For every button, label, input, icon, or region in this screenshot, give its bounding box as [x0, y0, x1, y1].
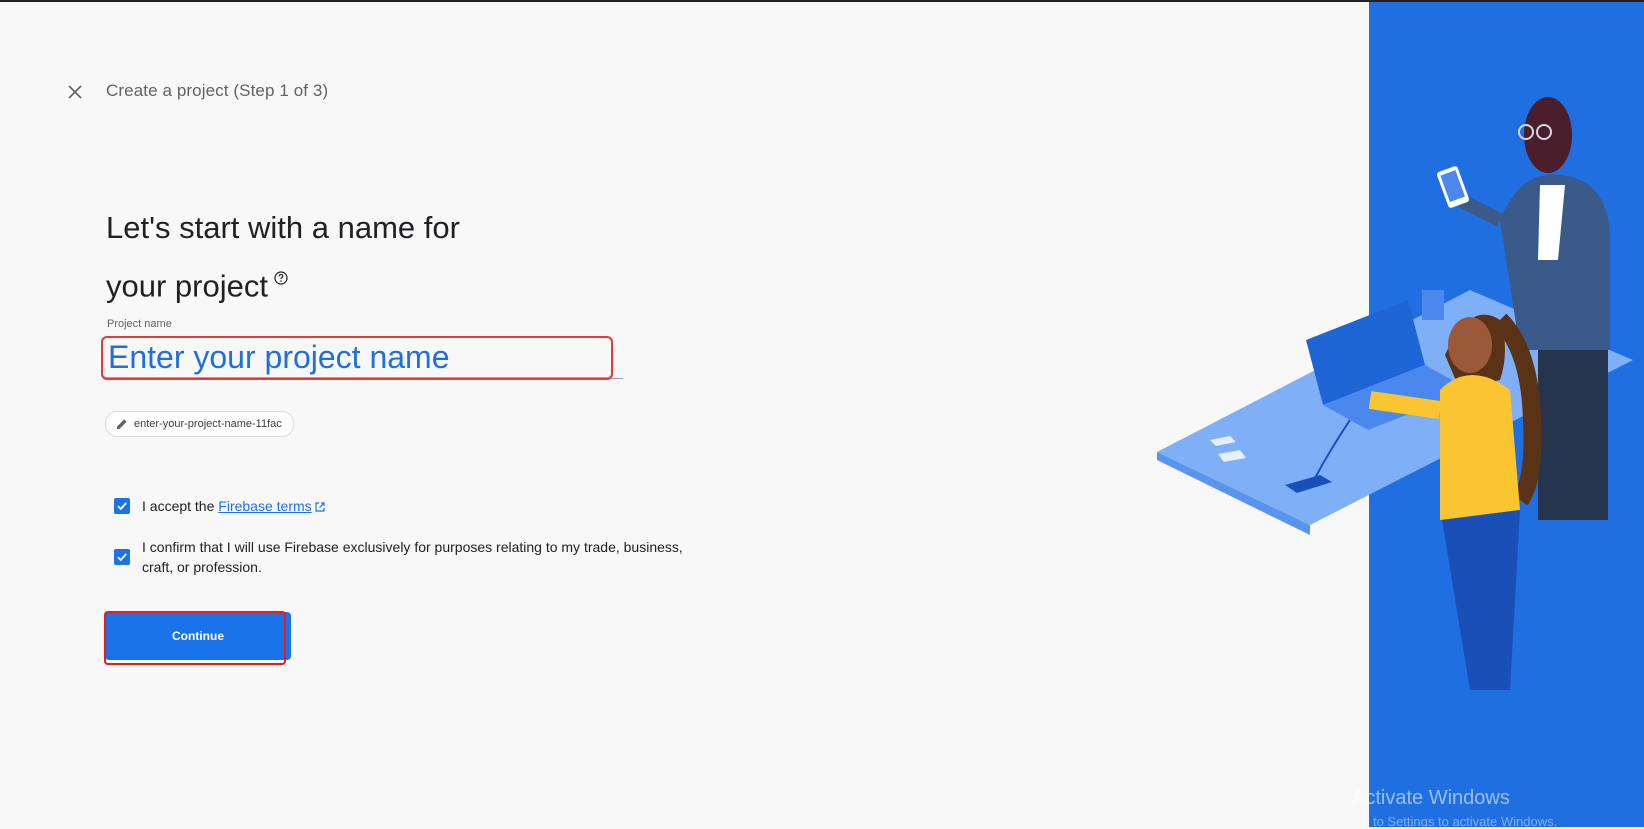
confirm-purpose-row: I confirm that I will use Firebase exclu…	[114, 537, 684, 577]
accept-terms-checkbox[interactable]	[114, 498, 130, 514]
activate-windows-title: Activate Windows	[1352, 787, 1510, 809]
page-title-line-2: your project	[106, 251, 626, 309]
project-id-text: enter-your-project-name-11fac	[134, 418, 282, 430]
checkbox-checked-icon	[117, 502, 127, 511]
accept-terms-row: I accept the Firebase terms	[114, 496, 326, 516]
help-circle-icon[interactable]	[274, 251, 288, 298]
accept-terms-text: I accept the Firebase terms	[142, 496, 326, 516]
confirm-purpose-checkbox[interactable]	[114, 549, 130, 565]
team-workspace-illustration	[1157, 97, 1633, 690]
page-title-line-1: Let's start with a name for	[106, 210, 460, 245]
page-title-line-2-text: your project	[106, 268, 268, 304]
firebase-terms-link[interactable]: Firebase terms	[218, 498, 311, 514]
checkbox-checked-icon	[117, 553, 127, 562]
close-button[interactable]	[64, 81, 86, 103]
project-name-input[interactable]	[101, 336, 613, 380]
project-id-chip[interactable]: enter-your-project-name-11fac	[105, 411, 294, 437]
continue-button[interactable]: Continue	[105, 612, 291, 660]
external-link-icon	[315, 502, 325, 512]
continue-area: Continue	[104, 611, 291, 665]
pencil-icon	[117, 419, 127, 429]
page-title: Let's start with a name for your project	[106, 204, 626, 309]
confirm-purpose-text: I confirm that I will use Firebase exclu…	[142, 539, 683, 575]
close-icon	[68, 85, 82, 99]
accept-terms-prefix: I accept the	[142, 498, 215, 514]
step-breadcrumb: Create a project (Step 1 of 3)	[106, 81, 329, 100]
input-underline	[611, 378, 623, 379]
project-name-label: Project name	[107, 318, 172, 330]
